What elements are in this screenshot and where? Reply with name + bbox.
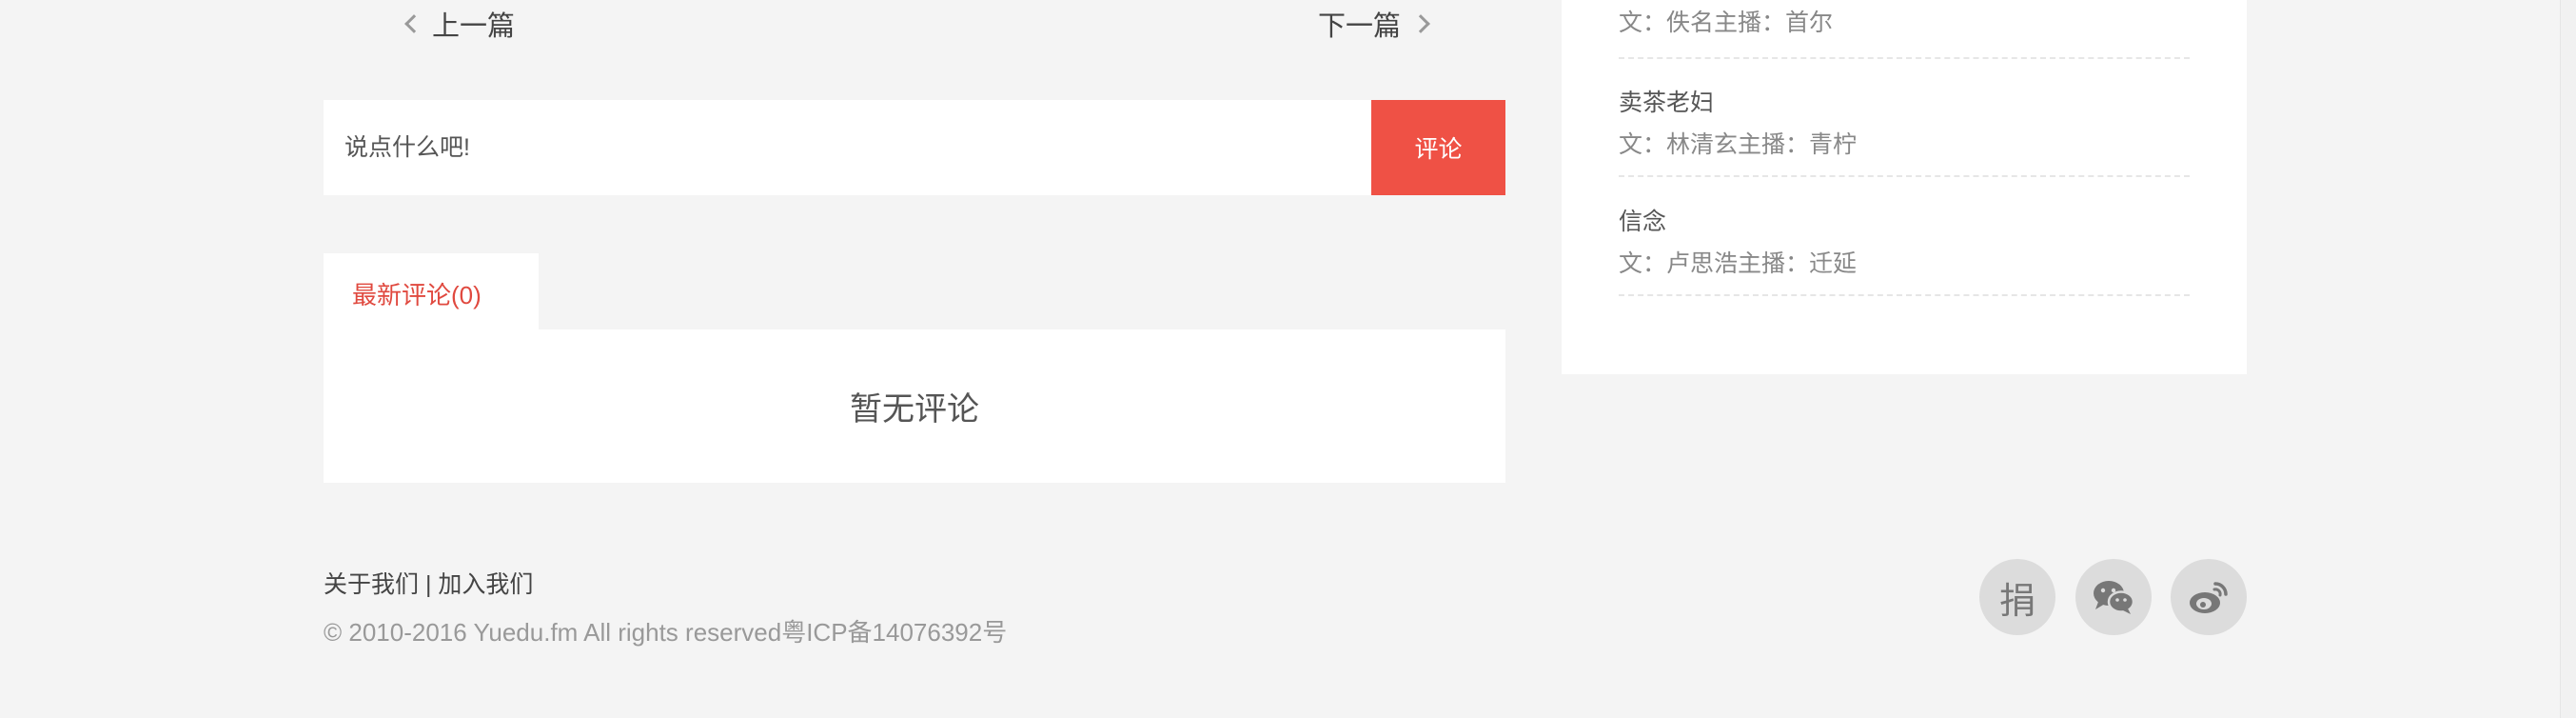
donate-button[interactable]: 捐 [1979, 559, 2055, 635]
join-us-link[interactable]: 加入我们 [438, 571, 533, 598]
list-item-meta: 文：卢思浩主播：迁延 [1619, 250, 1858, 277]
previous-post-link[interactable]: 上一篇 [404, 4, 516, 44]
comment-form: 评论 [324, 100, 1505, 195]
list-item-title[interactable]: 卖茶老妇 [1619, 84, 2190, 118]
tab-latest-comments[interactable]: 最新评论(0) [324, 253, 539, 331]
no-comments-text: 暂无评论 [850, 391, 979, 428]
chevron-left-icon [404, 14, 423, 33]
list-item[interactable]: 文：佚名主播：首尔 [1619, 4, 2190, 59]
scrollbar[interactable] [2560, 0, 2576, 718]
footer-separator: | [424, 571, 432, 598]
wechat-icon [2094, 581, 2135, 614]
comment-input[interactable] [324, 100, 1371, 195]
list-item[interactable]: 信念 文：卢思浩主播：迁延 [1619, 203, 2190, 296]
list-item[interactable]: 卖茶老妇 文：林清玄主播：青柠 [1619, 84, 2190, 177]
footer-links: 关于我们 | 加入我们 [324, 566, 533, 600]
donate-label: 捐 [1998, 581, 2035, 622]
chevron-right-icon [1411, 14, 1430, 33]
list-item-meta: 文：佚名主播：首尔 [1619, 10, 1834, 36]
list-item-meta: 文：林清玄主播：青柠 [1619, 131, 1858, 158]
copyright-text: © 2010-2016 Yuedu.fm All rights reserved… [324, 618, 1008, 647]
next-post-link[interactable]: 下一篇 [1317, 4, 1430, 44]
weibo-icon [2190, 582, 2228, 613]
comment-submit-button[interactable]: 评论 [1371, 100, 1505, 195]
sidebar-related-list: 文：佚名主播：首尔 卖茶老妇 文：林清玄主播：青柠 信念 文：卢思浩主播：迁延 [1562, 0, 2247, 374]
post-navigation: 上一篇 下一篇 [324, 0, 1430, 46]
weibo-button[interactable] [2171, 559, 2247, 635]
next-post-label: 下一篇 [1317, 11, 1401, 42]
list-item-title[interactable]: 信念 [1619, 203, 2190, 237]
about-us-link[interactable]: 关于我们 [324, 571, 419, 598]
wechat-button[interactable] [2075, 559, 2152, 635]
previous-post-label: 上一篇 [432, 11, 516, 42]
comments-panel: 暂无评论 [324, 329, 1505, 483]
